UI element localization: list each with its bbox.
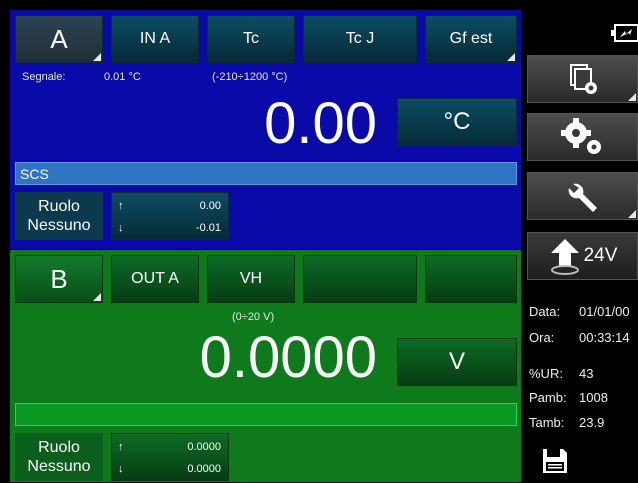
- range-a: (-210÷1200 °C): [212, 71, 288, 83]
- save-button[interactable]: [541, 447, 569, 475]
- temperature-value: 23.9: [579, 415, 605, 430]
- empty-button-2[interactable]: [425, 255, 517, 303]
- date-value: 01/01/00: [579, 304, 630, 319]
- file-settings-icon: [569, 64, 597, 94]
- gears-icon: [560, 118, 601, 154]
- limit-a-up: 0.00: [199, 200, 221, 212]
- unit-a-button[interactable]: °C: [397, 98, 517, 146]
- measured-value-a: 0.00: [264, 91, 377, 156]
- temperature-info: Tamb: 23.9: [529, 415, 604, 430]
- limit-b-down: 0.0000: [187, 463, 221, 475]
- limits-b-button[interactable]: ↑ 0.0000 ↓ 0.0000: [111, 433, 229, 481]
- time-value: 00:33:14: [579, 330, 630, 345]
- corner-marker-icon: [628, 210, 636, 218]
- tools-button[interactable]: [527, 172, 638, 220]
- signal-label: Segnale:: [22, 71, 66, 83]
- date-label: Data:: [529, 304, 561, 319]
- date-info: Data: 01/01/00: [529, 304, 630, 319]
- measured-value-b: 0.0000: [199, 325, 377, 390]
- power-status-icon: [611, 24, 638, 42]
- pressure-label: Pamb:: [529, 390, 567, 405]
- channel-b-button[interactable]: B: [15, 255, 103, 303]
- limits-a-button[interactable]: ↑ 0.00 ↓ -0.01: [111, 192, 229, 240]
- time-label: Ora:: [529, 330, 555, 345]
- thermocouple-button[interactable]: Tc: [207, 15, 295, 63]
- limit-b-up: 0.0000: [187, 441, 221, 453]
- humidity-value: 43: [579, 366, 594, 381]
- unit-b-label: V: [448, 348, 465, 375]
- arrow-down-icon: ↓: [118, 463, 124, 475]
- scs-bar[interactable]: SCS: [15, 162, 517, 185]
- range-b: (0÷20 V): [232, 311, 275, 323]
- sidebar: 24V Data: 01/01/00 Ora: 00:33:14 %UR: 43…: [521, 0, 638, 483]
- floppy-disk-icon: [543, 449, 567, 473]
- channel-b-panel: B OUT A VH (0÷20 V) 0.0000 V Ruolo Nessu…: [10, 250, 521, 482]
- corner-marker-icon: [93, 293, 101, 301]
- empty-button-1[interactable]: [303, 255, 417, 303]
- voltage-high-button[interactable]: VH: [207, 255, 295, 303]
- wrench-icon: [568, 183, 597, 212]
- role-a-button[interactable]: Ruolo Nessuno: [15, 192, 103, 240]
- time-info: Ora: 00:33:14: [529, 330, 630, 345]
- thermocouple-type-label: Tc J: [345, 30, 375, 47]
- corner-marker-icon: [507, 53, 515, 61]
- role-a-label: Ruolo: [38, 198, 80, 215]
- thermocouple-label: Tc: [243, 30, 259, 47]
- pressure-info: Pamb: 1008: [529, 390, 608, 405]
- humidity-info: %UR: 43: [529, 366, 593, 381]
- channel-b-bar[interactable]: [15, 403, 517, 426]
- signal-value: 0.01 °C: [104, 71, 141, 83]
- channel-a-button[interactable]: A: [15, 15, 103, 63]
- power-24v-label: 24V: [583, 245, 618, 266]
- unit-b-button[interactable]: V: [397, 338, 517, 386]
- arrow-down-icon: ↓: [118, 222, 124, 234]
- channel-a-name: A: [50, 23, 68, 54]
- temperature-label: Tamb:: [529, 415, 565, 430]
- arrow-up-icon: ↑: [118, 200, 124, 212]
- humidity-label: %UR:: [529, 366, 563, 381]
- voltage-high-label: VH: [239, 270, 263, 287]
- role-b-button[interactable]: Ruolo Nessuno: [15, 433, 103, 481]
- scs-label: SCS: [20, 166, 49, 182]
- output-a-label: OUT A: [131, 270, 179, 287]
- settings-button[interactable]: [527, 113, 638, 161]
- input-a-button[interactable]: IN A: [111, 15, 199, 63]
- limit-a-down: -0.01: [195, 222, 221, 234]
- thermocouple-type-button[interactable]: Tc J: [303, 15, 417, 63]
- pressure-value: 1008: [579, 390, 608, 405]
- unit-a-label: °C: [443, 108, 471, 135]
- corner-marker-icon: [93, 53, 101, 61]
- cold-junction-label: Gf est: [449, 30, 493, 47]
- channel-a-panel: A IN A Tc Tc J Gf est Segnale: 0.01 °C (…: [10, 10, 521, 249]
- input-a-label: IN A: [139, 30, 171, 47]
- channel-b-name: B: [50, 263, 68, 294]
- corner-marker-icon: [628, 93, 636, 101]
- output-a-button[interactable]: OUT A: [111, 255, 199, 303]
- role-b-value: Nessuno: [27, 458, 91, 475]
- arrow-up-power-icon: [550, 239, 579, 275]
- role-a-value: Nessuno: [27, 217, 91, 234]
- role-b-label: Ruolo: [38, 439, 80, 456]
- file-settings-button[interactable]: [527, 55, 638, 103]
- arrow-up-icon: ↑: [118, 441, 124, 453]
- power-24v-button[interactable]: 24V: [527, 232, 638, 280]
- cold-junction-button[interactable]: Gf est: [425, 15, 517, 63]
